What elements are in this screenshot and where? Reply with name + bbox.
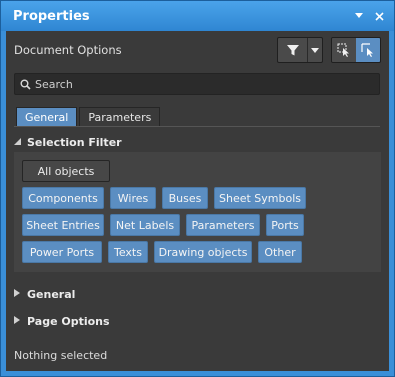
filter-button-group [277,37,323,63]
section-general-label: General [27,287,76,301]
select-mode-button-1[interactable] [332,38,356,62]
filter-chip-components[interactable]: Components [22,187,104,209]
filter-chip-texts[interactable]: Texts [108,241,148,263]
select-arrow-icon [337,43,349,57]
filter-chip-power-ports[interactable]: Power Ports [22,241,102,263]
window-title: Properties [13,8,90,24]
triangle-down-icon [14,137,24,147]
tab-bar: General Parameters [16,107,162,127]
status-text: Nothing selected [14,349,108,362]
section-page-options[interactable]: Page Options [14,312,110,330]
chevron-down-icon [311,47,319,53]
all-objects-button[interactable]: All objects [22,160,110,182]
properties-content: Document Options Search General Paramete… [6,31,389,371]
filter-chip-other[interactable]: Other [258,241,302,263]
funnel-icon [286,45,299,56]
filter-chip-sheet-entries[interactable]: Sheet Entries [22,214,104,236]
filter-chip-net-labels[interactable]: Net Labels [110,214,180,236]
filter-button[interactable] [278,38,308,62]
filter-chip-drawing-objects[interactable]: Drawing objects [154,241,252,263]
document-options-bar: Document Options [6,31,389,69]
triangle-right-icon [14,316,24,326]
filter-chip-wires[interactable]: Wires [110,187,156,209]
section-general[interactable]: General [14,285,75,303]
section-selection-filter[interactable]: Selection Filter [14,133,122,151]
section-page-options-label: Page Options [27,314,110,328]
select-mode-button-2[interactable] [356,38,380,62]
filter-chip-ports[interactable]: Ports [266,214,304,236]
tab-general[interactable]: General [16,107,78,127]
selection-filter-panel: All objects Components Wires Buses Sheet… [14,152,381,272]
tab-parameters[interactable]: Parameters [79,107,161,127]
search-icon [15,79,35,90]
section-selection-filter-label: Selection Filter [27,135,122,149]
title-bar[interactable]: Properties [1,1,394,31]
search-input[interactable] [35,77,379,91]
filter-chip-buses[interactable]: Buses [162,187,208,209]
filter-chip-parameters[interactable]: Parameters [186,214,260,236]
pin-dropdown-icon[interactable] [350,7,368,25]
close-icon[interactable] [370,7,388,25]
filter-chip-sheet-symbols[interactable]: Sheet Symbols [214,187,306,209]
filter-dropdown-button[interactable] [308,38,322,62]
tab-divider [14,126,380,127]
select-arrow-active-icon [361,43,373,57]
triangle-right-icon [14,289,24,299]
document-options-label: Document Options [14,43,122,57]
search-box [14,73,380,95]
selection-mode-group [331,37,381,63]
